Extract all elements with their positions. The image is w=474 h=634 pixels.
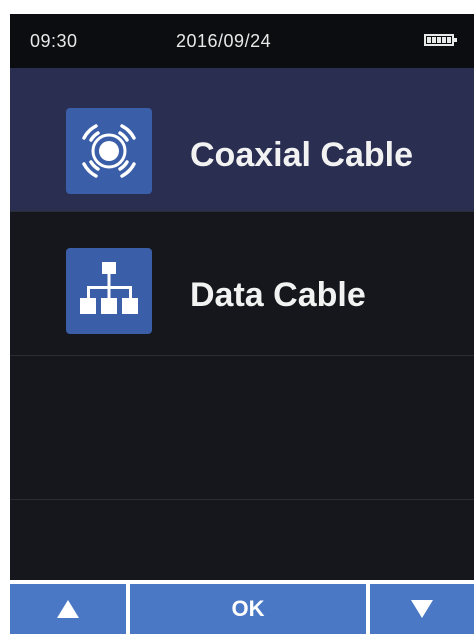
- menu-item-label: Coaxial Cable: [190, 136, 413, 174]
- battery-full-icon: [424, 34, 457, 46]
- network-tree-icon: [66, 248, 152, 334]
- menu-item-empty: [10, 356, 474, 500]
- ok-button[interactable]: OK: [130, 584, 366, 634]
- triangle-up-icon: [57, 600, 79, 618]
- menu-item-label: Data Cable: [190, 276, 366, 314]
- coaxial-cable-icon: [66, 108, 152, 194]
- menu-item-empty: [10, 500, 474, 580]
- menu-item-coaxial-cable[interactable]: Coaxial Cable: [10, 68, 474, 212]
- status-time: 09:30: [30, 31, 78, 51]
- triangle-down-icon: [411, 600, 433, 618]
- down-button[interactable]: [370, 584, 474, 634]
- tester-device: 09:30 2016/09/24 Coaxial Cable Data Cabl…: [0, 0, 474, 634]
- status-bar: 09:30 2016/09/24: [10, 14, 474, 68]
- up-button[interactable]: [10, 584, 126, 634]
- menu-item-data-cable[interactable]: Data Cable: [10, 212, 474, 356]
- display-screen: 09:30 2016/09/24 Coaxial Cable Data Cabl…: [10, 14, 474, 580]
- status-date: 2016/09/24: [176, 31, 272, 51]
- softkey-bar: OK: [10, 580, 474, 634]
